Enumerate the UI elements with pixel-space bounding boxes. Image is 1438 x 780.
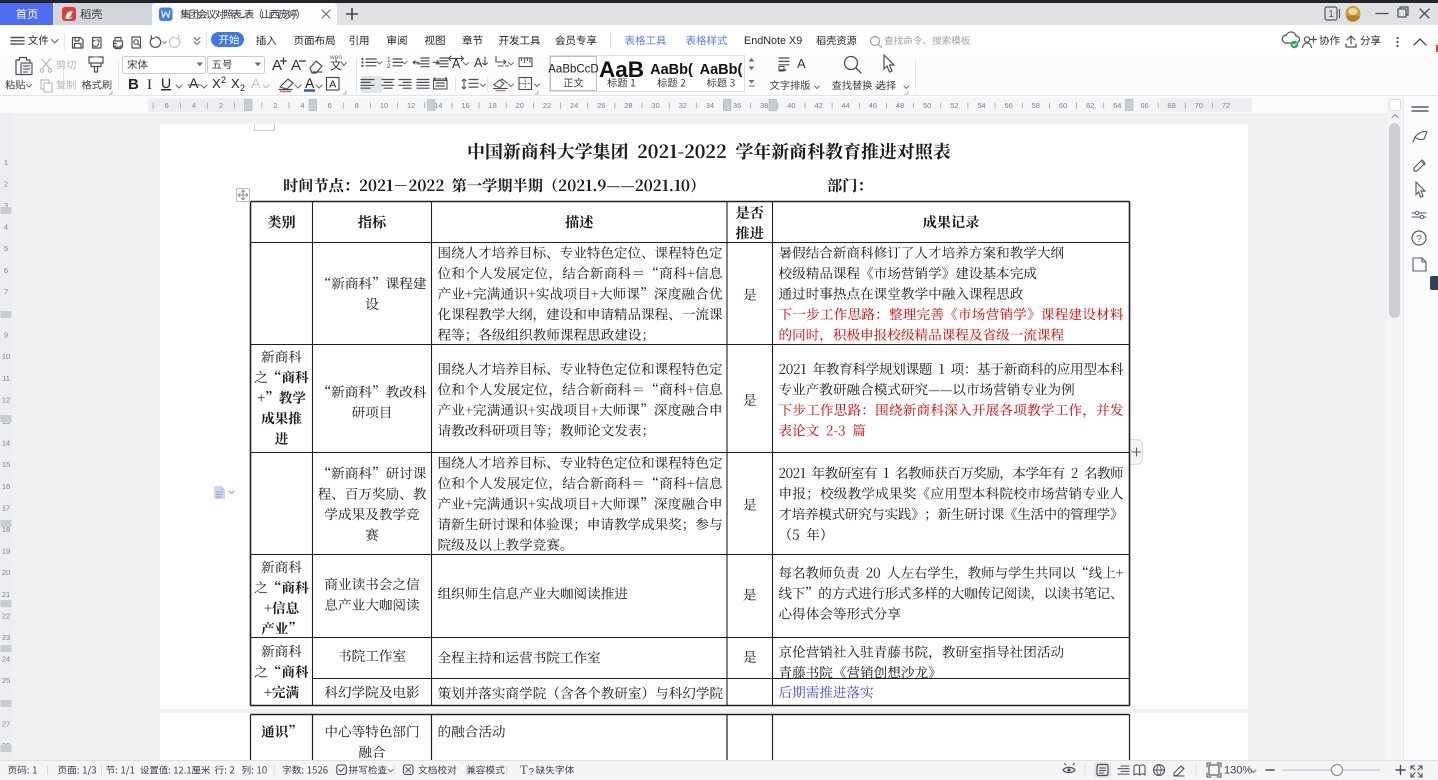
svg-text:25: 25	[2, 676, 10, 685]
svg-text:5: 5	[4, 244, 8, 253]
svg-text:20: 20	[516, 101, 524, 110]
svg-text:9: 9	[4, 331, 8, 340]
svg-text:48: 48	[896, 101, 904, 110]
svg-text:10: 10	[2, 352, 10, 361]
svg-text:23: 23	[2, 633, 10, 642]
svg-text:A: A	[452, 57, 461, 71]
svg-text:AaBb(: AaBb(	[700, 62, 743, 78]
svg-text:A: A	[329, 79, 336, 91]
svg-text:40: 40	[787, 101, 795, 110]
svg-text:A: A	[305, 75, 315, 91]
svg-text:A: A	[797, 56, 806, 71]
svg-text:28: 28	[624, 101, 632, 110]
svg-text:68: 68	[1167, 101, 1175, 110]
svg-text:62: 62	[1086, 101, 1094, 110]
svg-text:24: 24	[2, 655, 10, 664]
svg-text:I: I	[147, 77, 152, 93]
svg-text:58: 58	[1032, 101, 1040, 110]
svg-text:6: 6	[4, 266, 8, 275]
svg-text:1: 1	[1328, 9, 1334, 20]
svg-text:10: 10	[380, 101, 388, 110]
svg-text:18: 18	[488, 101, 496, 110]
svg-text:?: ?	[529, 767, 535, 778]
svg-text:44: 44	[842, 101, 850, 110]
svg-text:2: 2	[273, 101, 277, 110]
svg-text:14: 14	[2, 439, 10, 448]
svg-text:A: A	[291, 57, 301, 74]
svg-text:22: 22	[2, 611, 10, 620]
svg-text:6: 6	[165, 101, 169, 110]
svg-text:50: 50	[923, 101, 931, 110]
svg-text:64: 64	[1113, 101, 1121, 110]
svg-text:16: 16	[2, 482, 10, 491]
svg-text:U: U	[161, 75, 171, 91]
svg-text:8: 8	[355, 101, 359, 110]
svg-text:2: 2	[4, 179, 8, 188]
svg-text:6: 6	[328, 101, 332, 110]
svg-text:A: A	[474, 56, 483, 70]
svg-text:66: 66	[1140, 101, 1148, 110]
svg-text:A: A	[251, 75, 261, 91]
svg-text:56: 56	[1005, 101, 1013, 110]
svg-text:A: A	[189, 75, 199, 91]
svg-text:54: 54	[977, 101, 985, 110]
svg-text:130%: 130%	[1224, 765, 1252, 777]
svg-text:42: 42	[814, 101, 822, 110]
svg-text:72: 72	[1222, 101, 1230, 110]
svg-text:70: 70	[1195, 101, 1203, 110]
svg-text:X: X	[212, 76, 221, 91]
svg-text:27: 27	[2, 719, 10, 728]
svg-text:?: ?	[1416, 234, 1422, 245]
svg-text:34: 34	[706, 101, 714, 110]
svg-text:AaBb(: AaBb(	[650, 62, 693, 78]
svg-text:60: 60	[1059, 101, 1067, 110]
svg-text:2: 2	[240, 83, 245, 93]
svg-text:26: 26	[597, 101, 605, 110]
svg-text:30: 30	[651, 101, 659, 110]
svg-text:12: 12	[2, 395, 10, 404]
svg-text:4: 4	[192, 101, 196, 110]
svg-text:17: 17	[2, 503, 10, 512]
svg-text:12: 12	[407, 101, 415, 110]
svg-text:16: 16	[461, 101, 469, 110]
svg-text:21: 21	[2, 590, 10, 599]
svg-text:22: 22	[543, 101, 551, 110]
svg-text:2: 2	[221, 75, 226, 85]
svg-text:20: 20	[2, 568, 10, 577]
svg-text:AaB: AaB	[599, 57, 644, 82]
svg-text:X: X	[231, 76, 240, 91]
svg-text:AaBbCcD: AaBbCcD	[548, 64, 599, 76]
svg-text:52: 52	[950, 101, 958, 110]
svg-text:A: A	[272, 57, 282, 74]
svg-text:B: B	[128, 76, 139, 93]
svg-text:2: 2	[387, 63, 391, 70]
svg-text:4: 4	[300, 101, 304, 110]
svg-text:EndNote X9: EndNote X9	[744, 35, 802, 47]
svg-text:46: 46	[869, 101, 877, 110]
svg-text:32: 32	[679, 101, 687, 110]
svg-text:38: 38	[760, 101, 768, 110]
svg-text:36: 36	[733, 101, 741, 110]
svg-text:2: 2	[219, 101, 223, 110]
svg-text:15: 15	[2, 460, 10, 469]
svg-text:4: 4	[4, 223, 8, 232]
svg-text:24: 24	[570, 101, 578, 110]
svg-text:11: 11	[2, 374, 10, 383]
svg-text:14: 14	[434, 101, 442, 110]
svg-text:1: 1	[4, 158, 8, 167]
svg-text:19: 19	[2, 547, 10, 556]
svg-text:T: T	[520, 763, 528, 777]
svg-text:7: 7	[4, 287, 8, 296]
